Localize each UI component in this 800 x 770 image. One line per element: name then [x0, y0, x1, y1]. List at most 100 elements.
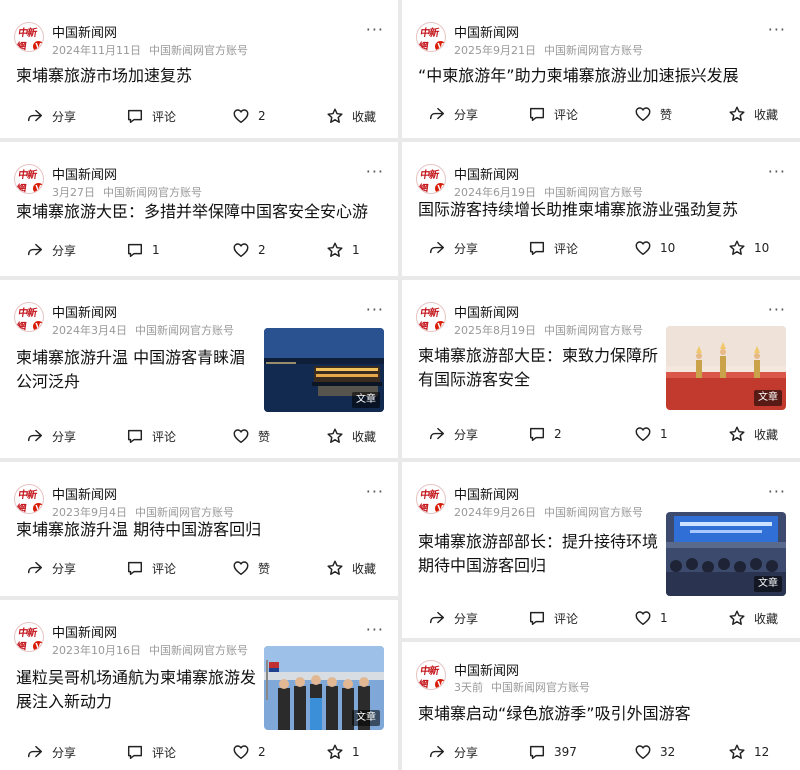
author-name[interactable]: 中国新闻网	[52, 302, 117, 321]
comment-button[interactable]: 评论	[528, 102, 578, 126]
like-button[interactable]: 2	[232, 238, 266, 262]
share-button[interactable]: 分享	[428, 740, 478, 764]
favorite-button[interactable]: 收藏	[326, 424, 376, 448]
news-card[interactable]: 中新網 V 中国新闻网 2025年9月21日 中国新闻网官方账号 ··· “中柬旅游…	[402, 0, 800, 138]
like-button[interactable]: 10	[634, 236, 675, 260]
favorite-button[interactable]: 10	[728, 236, 769, 260]
article-title[interactable]: “中柬旅游年”助力柬埔寨旅游业加速振兴发展	[418, 64, 739, 88]
share-button[interactable]: 分享	[428, 606, 478, 630]
author-avatar[interactable]: 中新網 V	[14, 22, 44, 52]
share-label: 分享	[454, 427, 479, 442]
share-arrow-icon	[27, 429, 43, 442]
author-avatar[interactable]: 中新網 V	[416, 22, 446, 52]
news-card[interactable]: 中新網 V 中国新闻网 2024年11月11日 中国新闻网官方账号 ··· 柬埔寨旅…	[0, 0, 398, 138]
news-card[interactable]: 中新網 V 中国新闻网 3天前 中国新闻网官方账号 柬埔寨启动“绿色旅游季”吸引外国…	[402, 642, 800, 770]
more-options-button[interactable]: ···	[362, 482, 390, 502]
comment-button[interactable]: 2	[528, 422, 562, 446]
share-button[interactable]: 分享	[26, 740, 76, 764]
comment-count: 评论	[554, 241, 579, 256]
article-title[interactable]: 柬埔寨启动“绿色旅游季”吸引外国游客	[418, 702, 691, 726]
more-options-button[interactable]: ···	[764, 482, 792, 502]
article-title[interactable]: 国际游客持续增长助推柬埔寨旅游业强劲复苏	[418, 198, 738, 222]
author-avatar[interactable]: 中新網 V	[416, 164, 446, 194]
share-button[interactable]: 分享	[26, 424, 76, 448]
author-name[interactable]: 中国新闻网	[454, 484, 519, 503]
like-button[interactable]: 赞	[232, 556, 270, 580]
share-button[interactable]: 分享	[26, 556, 76, 580]
like-button[interactable]: 1	[634, 606, 668, 630]
favorite-button[interactable]: 1	[326, 238, 360, 262]
article-thumbnail[interactable]: 文章	[666, 326, 786, 410]
author-name[interactable]: 中国新闻网	[454, 660, 519, 679]
news-card[interactable]: 中新網 V 中国新闻网 2024年9月26日 中国新闻网官方账号 ··· 柬埔寨旅游…	[402, 462, 800, 638]
news-card[interactable]: 中新網 V 中国新闻网 2023年10月16日 中国新闻网官方账号 ··· 暹粒吴哥…	[0, 600, 398, 770]
comment-button[interactable]: 397	[528, 740, 577, 764]
more-options-button[interactable]: ···	[362, 162, 390, 182]
article-title[interactable]: 柬埔寨旅游升温 中国游客青睐湄公河泛舟	[16, 346, 256, 394]
author-avatar[interactable]: 中新網 V	[14, 484, 44, 514]
favorite-button[interactable]: 收藏	[728, 102, 778, 126]
article-title[interactable]: 柬埔寨旅游大臣：多措并举保障中国客安全安心游	[16, 200, 368, 224]
favorite-button[interactable]: 1	[326, 740, 360, 764]
comment-button[interactable]: 评论	[126, 104, 176, 128]
comment-button[interactable]: 评论	[126, 556, 176, 580]
like-button[interactable]: 32	[634, 740, 675, 764]
article-thumbnail[interactable]: 文章	[666, 512, 786, 596]
author-name[interactable]: 中国新闻网	[52, 22, 117, 41]
more-options-button[interactable]: ···	[362, 620, 390, 640]
share-button[interactable]: 分享	[428, 102, 478, 126]
news-card[interactable]: 中新網 V 中国新闻网 2025年8月19日 中国新闻网官方账号 ··· 柬埔寨旅游…	[402, 280, 800, 458]
like-button[interactable]: 2	[232, 104, 266, 128]
favorite-button[interactable]: 12	[728, 740, 769, 764]
author-name[interactable]: 中国新闻网	[454, 302, 519, 321]
news-card[interactable]: 中新網 V 中国新闻网 2024年3月4日 中国新闻网官方账号 ··· 柬埔寨旅游升…	[0, 280, 398, 458]
article-title[interactable]: 柬埔寨旅游市场加速复苏	[16, 64, 192, 88]
more-options-button[interactable]: ···	[362, 20, 390, 40]
more-options-button[interactable]: ···	[362, 300, 390, 320]
more-options-button[interactable]: ···	[764, 20, 792, 40]
like-button[interactable]: 2	[232, 740, 266, 764]
author-name[interactable]: 中国新闻网	[52, 622, 117, 641]
like-button[interactable]: 赞	[634, 102, 672, 126]
news-card[interactable]: 中新網 V 中国新闻网 2024年6月19日 中国新闻网官方账号 ··· 国际游客持…	[402, 142, 800, 276]
verified-badge: V	[33, 321, 43, 331]
article-title[interactable]: 暹粒吴哥机场通航为柬埔寨旅游发展注入新动力	[16, 666, 256, 714]
article-thumbnail[interactable]: 文章	[264, 328, 384, 412]
author-name[interactable]: 中国新闻网	[52, 164, 117, 183]
comment-button[interactable]: 评论	[126, 424, 176, 448]
author-name[interactable]: 中国新闻网	[454, 22, 519, 41]
more-options-button[interactable]: ···	[764, 300, 792, 320]
favorite-button[interactable]: 收藏	[326, 104, 376, 128]
comment-button[interactable]: 评论	[126, 740, 176, 764]
favorite-button[interactable]: 收藏	[728, 422, 778, 446]
comment-button[interactable]: 评论	[528, 236, 578, 260]
author-avatar[interactable]: 中新網 V	[416, 302, 446, 332]
author-avatar[interactable]: 中新網 V	[14, 302, 44, 332]
like-button[interactable]: 1	[634, 422, 668, 446]
favorite-button[interactable]: 收藏	[728, 606, 778, 630]
news-card[interactable]: 中新網 V 中国新闻网 3月27日 中国新闻网官方账号 ··· 柬埔寨旅游大臣：多措…	[0, 142, 398, 276]
comment-button[interactable]: 评论	[528, 606, 578, 630]
share-button[interactable]: 分享	[428, 422, 478, 446]
more-options-button[interactable]: ···	[764, 162, 792, 182]
article-title[interactable]: 柬埔寨旅游升温 期待中国游客回归	[16, 518, 261, 542]
author-name[interactable]: 中国新闻网	[52, 484, 117, 503]
author-avatar[interactable]: 中新網 V	[14, 622, 44, 652]
share-button[interactable]: 分享	[26, 104, 76, 128]
share-button[interactable]: 分享	[26, 238, 76, 262]
author-avatar[interactable]: 中新網 V	[14, 164, 44, 194]
news-card[interactable]: 中新網 V 中国新闻网 2023年9月4日 中国新闻网官方账号 ··· 柬埔寨旅游升…	[0, 462, 398, 596]
like-button[interactable]: 赞	[232, 424, 270, 448]
favorite-button[interactable]: 收藏	[326, 556, 376, 580]
avatar-seal: 中新網	[15, 28, 37, 52]
author-name[interactable]: 中国新闻网	[454, 164, 519, 183]
heart-icon	[233, 429, 249, 444]
article-title[interactable]: 柬埔寨旅游部部长：提升接待环境期待中国游客回归	[418, 530, 658, 578]
comment-button[interactable]: 1	[126, 238, 160, 262]
article-title[interactable]: 柬埔寨旅游部大臣：柬致力保障所有国际游客安全	[418, 344, 658, 392]
article-thumbnail[interactable]: 文章	[264, 646, 384, 730]
star-icon	[729, 106, 745, 121]
author-avatar[interactable]: 中新網 V	[416, 660, 446, 690]
author-avatar[interactable]: 中新網 V	[416, 484, 446, 514]
share-button[interactable]: 分享	[428, 236, 478, 260]
